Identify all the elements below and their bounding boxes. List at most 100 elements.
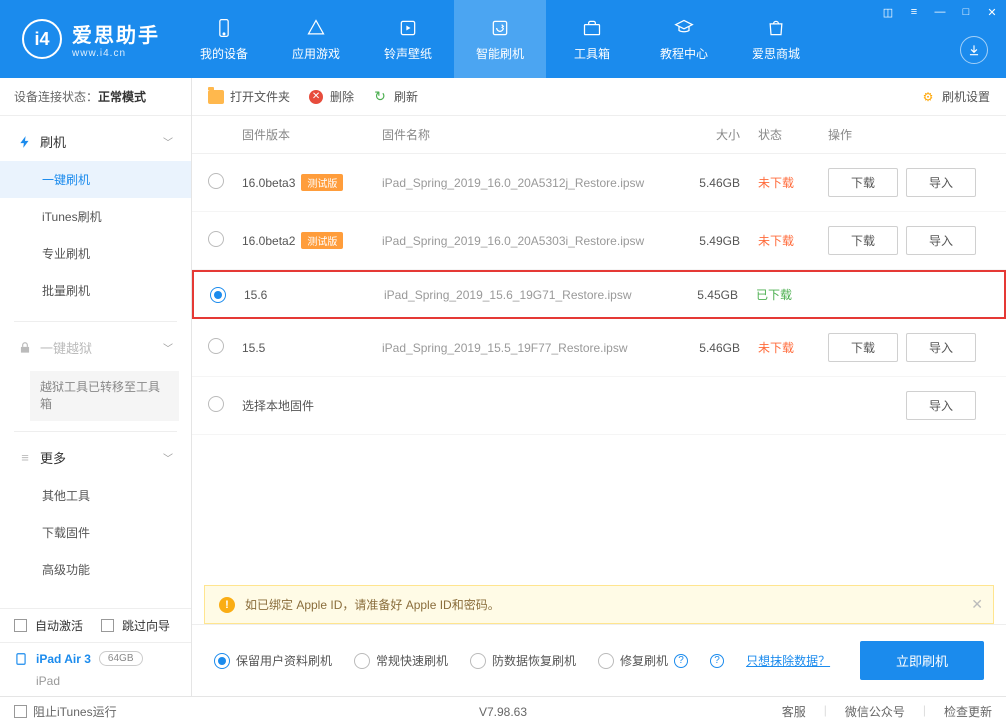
chevron-down-icon: ﹀ (163, 450, 173, 465)
nav-ringtones[interactable]: 铃声壁纸 (362, 0, 454, 78)
nav-apps[interactable]: 应用游戏 (270, 0, 362, 78)
stop-itunes-checkbox[interactable] (14, 705, 27, 718)
download-manager-icon[interactable] (960, 36, 988, 64)
nav-store[interactable]: 爱思商城 (730, 0, 822, 78)
status-bar: 阻止iTunes运行 V7.98.63 客服| 微信公众号| 检查更新 (0, 696, 1006, 726)
flash-now-button[interactable]: 立即刷机 (860, 641, 984, 680)
import-button[interactable]: 导入 (906, 168, 976, 197)
window-controls: ◫ ≡ — □ ✕ (880, 4, 1000, 20)
btn-label: 刷新 (394, 88, 418, 105)
app-name: 爱思助手 (72, 19, 160, 48)
nav-flash[interactable]: 智能刷机 (454, 0, 546, 78)
sidebar-item-itunes[interactable]: iTunes刷机 (0, 198, 191, 235)
sidebar-item-pro[interactable]: 专业刷机 (0, 235, 191, 272)
nav-label: 应用游戏 (292, 45, 340, 62)
close-warning-icon[interactable]: ✕ (971, 596, 983, 613)
help-icon[interactable]: ? (710, 654, 724, 668)
flash-icon (18, 135, 32, 149)
footer-update[interactable]: 检查更新 (944, 703, 992, 720)
flash-options: 保留用户资料刷机 常规快速刷机 防数据恢复刷机 修复刷机? ? 只想抹除数据？ … (192, 624, 1006, 696)
delete-icon: ✕ (309, 90, 323, 104)
opt-keep-data[interactable]: 保留用户资料刷机 (214, 652, 332, 669)
sidebar-group-jailbreak[interactable]: 一键越狱 ﹀ (0, 328, 191, 367)
toolbar: 打开文件夹 ✕删除 ↻刷新 ⚙刷机设置 (192, 78, 1006, 116)
import-button[interactable]: 导入 (906, 333, 976, 362)
skip-guide-checkbox[interactable] (101, 619, 114, 632)
open-folder-button[interactable]: 打开文件夹 (208, 88, 290, 105)
radio-icon (470, 653, 486, 669)
footer-wechat[interactable]: 微信公众号 (845, 703, 905, 720)
import-button[interactable]: 导入 (906, 391, 976, 420)
cell-filename: iPad_Spring_2019_15.5_19F77_Restore.ipsw (382, 341, 660, 355)
nav-label: 工具箱 (574, 45, 610, 62)
delete-button[interactable]: ✕删除 (308, 88, 354, 105)
table-row-local[interactable]: 选择本地固件 导入 (192, 377, 1006, 435)
skip-guide-label: 跳过向导 (122, 617, 170, 634)
cell-filename: iPad_Spring_2019_15.6_19G71_Restore.ipsw (384, 288, 658, 302)
table-row[interactable]: 16.0beta2测试版iPad_Spring_2019_16.0_20A530… (192, 212, 1006, 270)
cell-local: 选择本地固件 (242, 397, 382, 414)
download-button[interactable]: 下载 (828, 226, 898, 255)
sidebar-group-more[interactable]: ≡ 更多 ﹀ (0, 438, 191, 477)
connection-status: 设备连接状态：正常模式 (0, 78, 191, 116)
footer-support[interactable]: 客服 (782, 703, 806, 720)
device-info[interactable]: iPad Air 3 64GB (0, 642, 191, 674)
chevron-down-icon: ﹀ (163, 340, 173, 355)
opt-label: 保留用户资料刷机 (236, 652, 332, 669)
import-button[interactable]: 导入 (906, 226, 976, 255)
device-storage: 64GB (99, 651, 143, 666)
nav-label: 爱思商城 (752, 45, 800, 62)
row-radio[interactable] (208, 231, 224, 247)
cell-version: 16.0beta2测试版 (242, 232, 382, 249)
download-button[interactable]: 下载 (828, 168, 898, 197)
table-row[interactable]: 15.5iPad_Spring_2019_15.5_19F77_Restore.… (192, 319, 1006, 377)
table-row[interactable]: 15.6iPad_Spring_2019_15.6_19G71_Restore.… (192, 270, 1006, 319)
sidebar-group-flash[interactable]: 刷机 ﹀ (0, 122, 191, 161)
group-label: 更多 (40, 448, 66, 467)
group-label: 一键越狱 (40, 338, 92, 357)
tablet-icon (14, 652, 28, 666)
erase-link[interactable]: 只想抹除数据？ (746, 652, 830, 669)
close-icon[interactable]: ✕ (984, 4, 1000, 20)
row-radio[interactable] (208, 396, 224, 412)
row-radio[interactable] (208, 338, 224, 354)
nav-my-device[interactable]: 我的设备 (178, 0, 270, 78)
refresh-button[interactable]: ↻刷新 (372, 88, 418, 105)
beta-badge: 测试版 (301, 174, 343, 191)
row-radio[interactable] (208, 173, 224, 189)
cell-ops: 下载导入 (810, 168, 990, 197)
cell-version: 15.6 (244, 288, 384, 302)
maximize-icon[interactable]: □ (958, 4, 974, 20)
download-button[interactable]: 下载 (828, 333, 898, 362)
chevron-down-icon: ﹀ (163, 134, 173, 149)
th-op: 操作 (810, 126, 990, 143)
auto-activate-checkbox[interactable] (14, 619, 27, 632)
sidebar-item-download[interactable]: 下载固件 (0, 514, 191, 551)
sidebar-item-oneclick[interactable]: 一键刷机 (0, 161, 191, 198)
radio-icon (598, 653, 614, 669)
help-icon[interactable]: ? (674, 654, 688, 668)
btn-label: 刷机设置 (942, 88, 990, 105)
nav-label: 铃声壁纸 (384, 45, 432, 62)
minimize-icon[interactable]: — (932, 4, 948, 20)
nav-tutorials[interactable]: 教程中心 (638, 0, 730, 78)
opt-anti-recovery[interactable]: 防数据恢复刷机 (470, 652, 576, 669)
opt-repair[interactable]: 修复刷机? (598, 652, 688, 669)
nav-label: 教程中心 (660, 45, 708, 62)
sidebar-item-batch[interactable]: 批量刷机 (0, 272, 191, 309)
skin-icon[interactable]: ◫ (880, 4, 896, 20)
nav-toolbox[interactable]: 工具箱 (546, 0, 638, 78)
table-row[interactable]: 16.0beta3测试版iPad_Spring_2019_16.0_20A531… (192, 154, 1006, 212)
cell-status: 已下载 (738, 286, 808, 303)
warning-icon: ! (219, 597, 235, 613)
sidebar-item-advanced[interactable]: 高级功能 (0, 551, 191, 588)
cell-filename: iPad_Spring_2019_16.0_20A5312j_Restore.i… (382, 176, 660, 190)
sidebar-item-other[interactable]: 其他工具 (0, 477, 191, 514)
app-logo: i4 爱思助手 www.i4.cn (0, 0, 178, 78)
opt-label: 常规快速刷机 (376, 652, 448, 669)
menu-icon[interactable]: ≡ (906, 4, 922, 20)
cell-size: 5.45GB (658, 288, 738, 302)
row-radio[interactable] (210, 287, 226, 303)
opt-normal[interactable]: 常规快速刷机 (354, 652, 448, 669)
settings-button[interactable]: ⚙刷机设置 (920, 88, 990, 105)
